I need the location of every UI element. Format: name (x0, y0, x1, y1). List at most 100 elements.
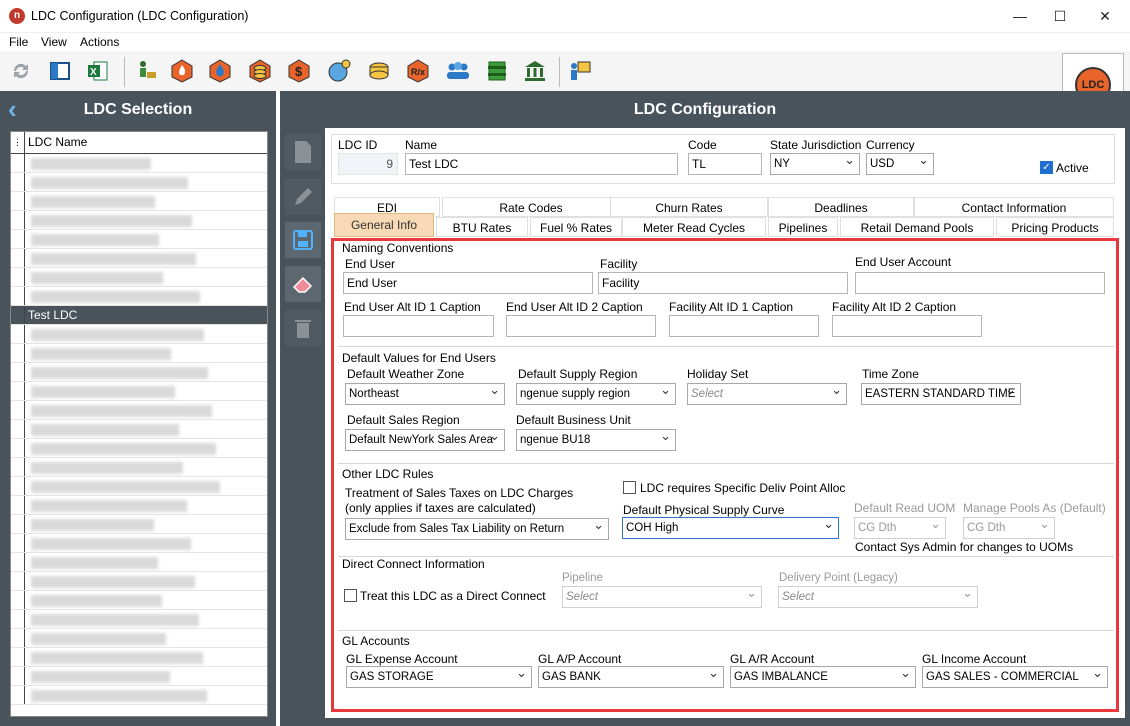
eu-alt1-field[interactable] (343, 315, 494, 337)
code-field[interactable]: TL (688, 153, 762, 175)
excel-icon[interactable]: X (83, 55, 113, 87)
tab-general-info[interactable]: General Info (334, 213, 434, 237)
tab-deadlines[interactable]: Deadlines (768, 197, 914, 217)
timezone-select[interactable]: EASTERN STANDARD TIME (861, 383, 1021, 405)
delete-trash-icon[interactable] (285, 310, 321, 346)
sales-region-select[interactable]: Default NewYork Sales Area (345, 429, 505, 451)
edit-pencil-icon[interactable] (285, 179, 321, 215)
gl-ap-select[interactable]: GAS BANK (538, 666, 724, 688)
currency-select[interactable]: USD (866, 153, 934, 175)
table-row[interactable] (11, 553, 267, 572)
save-icon[interactable] (285, 222, 321, 258)
worker-icon[interactable] (131, 55, 161, 87)
gl-expense-select[interactable]: GAS STORAGE (346, 666, 532, 688)
coins-icon[interactable] (245, 55, 275, 87)
tab-rate-codes[interactable]: Rate Codes (442, 197, 620, 217)
table-row[interactable] (11, 591, 267, 610)
coin-stack-icon[interactable] (364, 55, 394, 87)
column-ldc-name[interactable]: LDC Name (25, 132, 87, 153)
supply-region-select[interactable]: ngenue supply region (516, 383, 676, 405)
table-row[interactable] (11, 629, 267, 648)
gl-income-select[interactable]: GAS SALES - COMMERCIAL (922, 666, 1108, 688)
rx-icon[interactable]: R/x (403, 55, 433, 87)
table-row[interactable] (11, 211, 267, 230)
table-row[interactable] (11, 458, 267, 477)
maximize-button[interactable]: ☐ (1040, 4, 1080, 28)
table-row[interactable] (11, 420, 267, 439)
fac-alt1-field[interactable] (669, 315, 819, 337)
user-board-icon[interactable] (565, 55, 595, 87)
close-button[interactable]: ✕ (1085, 4, 1125, 28)
table-row[interactable] (11, 382, 267, 401)
water-drop-icon[interactable] (205, 55, 235, 87)
bank-icon[interactable] (520, 55, 550, 87)
table-row[interactable] (11, 173, 267, 192)
row-indicator (11, 610, 25, 628)
globe-gear-icon[interactable] (324, 55, 354, 87)
deliv-point-checkbox[interactable] (623, 481, 636, 494)
end-user-account-field[interactable] (855, 272, 1105, 294)
active-checkbox[interactable]: ✓ (1040, 161, 1053, 174)
table-row[interactable] (11, 344, 267, 363)
eu-alt2-field[interactable] (506, 315, 656, 337)
direct-connect-checkbox[interactable] (344, 589, 357, 602)
table-row[interactable] (11, 572, 267, 591)
minimize-button[interactable]: — (1000, 4, 1040, 28)
holiday-select[interactable]: Select (687, 383, 847, 405)
row-indicator (11, 230, 25, 248)
table-row[interactable] (11, 610, 267, 629)
table-row[interactable] (11, 268, 267, 287)
tab-contact-information[interactable]: Contact Information (914, 197, 1114, 217)
tab-btu-rates[interactable]: BTU Rates (436, 217, 528, 237)
gl-ar-select[interactable]: GAS IMBALANCE (730, 666, 916, 688)
table-row[interactable] (11, 496, 267, 515)
redacted-ldc-name (31, 253, 196, 265)
tab-meter-read-cycles[interactable]: Meter Read Cycles (622, 217, 766, 237)
table-row[interactable] (11, 325, 267, 344)
table-row[interactable] (11, 287, 267, 306)
table-row[interactable] (11, 439, 267, 458)
people-icon[interactable] (443, 55, 473, 87)
weather-select[interactable]: Northeast (345, 383, 505, 405)
table-row[interactable] (11, 477, 267, 496)
delivery-point-label: Delivery Point (Legacy) (779, 572, 898, 584)
barrel-icon[interactable] (482, 55, 512, 87)
tab-churn-rates[interactable]: Churn Rates (610, 197, 768, 217)
supply-curve-select[interactable]: COH High (622, 517, 839, 539)
business-unit-select[interactable]: ngenue BU18 (516, 429, 676, 451)
new-document-icon[interactable] (285, 134, 321, 170)
tab-pipelines[interactable]: Pipelines (768, 217, 838, 237)
table-row[interactable] (11, 534, 267, 553)
end-user-field[interactable]: End User (343, 272, 593, 294)
facility-field[interactable]: Facility (598, 272, 848, 294)
code-label: Code (688, 138, 717, 152)
menu-file[interactable]: File (9, 35, 28, 49)
state-select[interactable]: NY (770, 153, 860, 175)
selected-row[interactable]: Test LDC (11, 306, 267, 325)
refresh-icon[interactable] (6, 55, 36, 87)
table-row[interactable] (11, 515, 267, 534)
menu-view[interactable]: View (41, 35, 67, 49)
tab-fuel-rates[interactable]: Fuel % Rates (530, 217, 622, 237)
table-row[interactable] (11, 154, 267, 173)
table-row[interactable] (11, 667, 267, 686)
dollar-gear-icon[interactable]: $ (284, 55, 314, 87)
defaults-section-title: Default Values for End Users (342, 351, 496, 365)
table-row[interactable] (11, 363, 267, 382)
sales-tax-select[interactable]: Exclude from Sales Tax Liability on Retu… (345, 518, 609, 540)
table-row[interactable] (11, 249, 267, 268)
table-row[interactable] (11, 230, 267, 249)
table-row[interactable] (11, 192, 267, 211)
table-row[interactable] (11, 648, 267, 667)
menu-actions[interactable]: Actions (80, 35, 119, 49)
back-chevron-icon[interactable]: ‹ (8, 96, 36, 124)
table-row[interactable] (11, 686, 267, 705)
name-field[interactable]: Test LDC (405, 153, 678, 175)
gas-flame-icon[interactable] (167, 55, 197, 87)
table-row[interactable] (11, 401, 267, 420)
eraser-icon[interactable] (285, 266, 321, 302)
fac-alt2-field[interactable] (832, 315, 982, 337)
tab-pricing-products[interactable]: Pricing Products (996, 217, 1114, 237)
tab-retail-demand-pools[interactable]: Retail Demand Pools (840, 217, 994, 237)
panel-icon[interactable] (45, 55, 75, 87)
